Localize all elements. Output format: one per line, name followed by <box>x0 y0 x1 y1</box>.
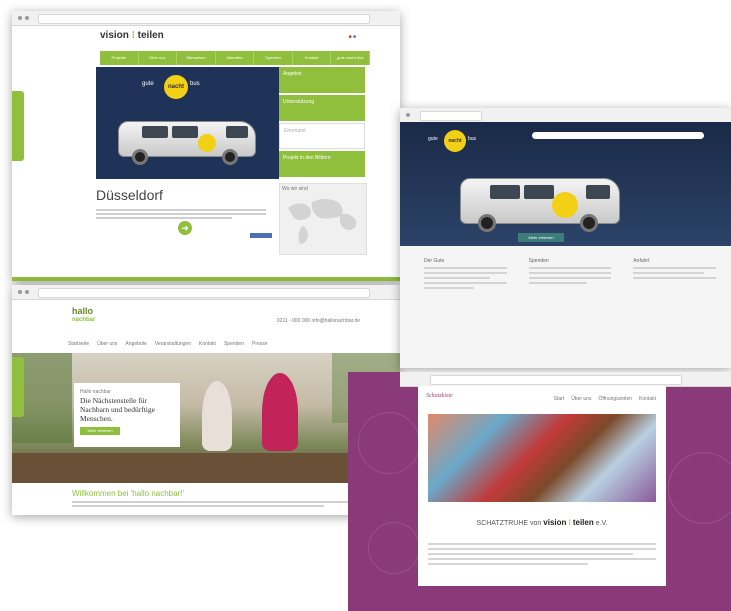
card-button[interactable]: Mehr erfahren <box>80 427 120 435</box>
hero-card: Hallo nachbar Die Nächstenstelle für Nac… <box>74 383 180 447</box>
card-title: Die Nächstenstelle für Nachbarn und bedü… <box>80 396 155 423</box>
side-menu-item[interactable]: Projekt in den Bildern <box>279 151 365 177</box>
hero-photo <box>12 353 400 483</box>
welcome-heading: Willkommen bei 'hallo nachbar!' <box>72 489 184 498</box>
welcome-text-placeholder <box>72 499 352 509</box>
address-bar[interactable] <box>38 288 370 298</box>
hero-logo-suffix: bus <box>190 81 200 87</box>
info-columns: Der Gute Spenden Anfahrt <box>424 258 717 292</box>
map-label: Wo wir sind <box>282 186 308 192</box>
language-flags[interactable]: ■ ■ <box>349 34 356 40</box>
bus-image <box>118 109 256 165</box>
nav-item[interactable]: Angebote <box>125 341 146 348</box>
nav-item[interactable]: Presse <box>252 341 268 348</box>
screenshot-gute-nacht-bus-site: vision ⁝ teilen ■ ■ Projekte Über uns Mi… <box>12 11 400 281</box>
side-menu-item[interactable]: Ehrenamt <box>279 123 365 149</box>
nav-item[interactable]: Veranstaltungen <box>155 341 191 348</box>
world-map <box>279 183 367 255</box>
more-button[interactable]: Mehr erfahren <box>518 233 564 242</box>
address-bar[interactable] <box>38 14 370 24</box>
facebook-like-button[interactable] <box>250 233 272 238</box>
footer-line <box>12 277 400 281</box>
column-heading: Der Gute <box>424 258 445 264</box>
fabric-photo <box>428 414 656 502</box>
forward-icon[interactable] <box>25 290 29 294</box>
person-figure <box>202 381 232 451</box>
nav-item[interactable]: Start <box>554 396 565 403</box>
nav-item[interactable]: Spenden <box>254 51 293 65</box>
browser-toolbar <box>400 108 731 123</box>
hero-logo-suffix: bus <box>468 136 477 142</box>
nav-item[interactable]: Über uns <box>97 341 117 348</box>
nav-item[interactable]: Kontakt <box>199 341 216 348</box>
hero-logo-circle: nacht <box>164 75 188 99</box>
info-column: Spenden <box>528 258 612 292</box>
more-arrow-icon[interactable]: ➜ <box>178 221 192 235</box>
nav-item[interactable]: Über uns <box>571 396 591 403</box>
back-icon[interactable] <box>406 113 410 117</box>
nav-item[interactable]: Kontakt <box>293 51 332 65</box>
main-nav: Projekte Über uns Mitmachen Aktuelles Sp… <box>100 51 371 65</box>
contact-info: 0211 - 000 000 info@hallonachbar.de <box>276 318 360 324</box>
page-title: Düsseldorf <box>96 187 163 203</box>
site-logo[interactable]: Schatzkiste <box>426 393 453 399</box>
hero-banner: gute nacht bus <box>96 67 279 179</box>
side-feedback-tab[interactable] <box>12 357 24 417</box>
flag-en-icon[interactable]: ■ <box>353 34 356 40</box>
side-menu-item[interactable]: Angebot <box>279 67 365 93</box>
card-kicker: Hallo nachbar <box>80 389 111 395</box>
intro-text-placeholder <box>96 207 266 221</box>
browser-toolbar <box>400 372 731 387</box>
side-feedback-tab[interactable] <box>12 91 24 161</box>
page-title: SCHATZTRUHE von vision ⁝ teilen e.V. <box>476 518 608 527</box>
hero-logo: gute <box>142 81 154 87</box>
screenshot-gute-nacht-bus-home: gute nacht bus Mehr erfahren Der Gute Sp… <box>400 108 731 368</box>
side-menu: Angebot Unterstützung Ehrenamt Projekt i… <box>279 67 365 179</box>
nav-item[interactable]: Mitmachen <box>177 51 216 65</box>
hero-logo: gute <box>428 136 438 142</box>
address-bar[interactable] <box>430 375 682 385</box>
column-heading: Spenden <box>528 258 549 264</box>
screenshot-schatzkiste-site: Schatzkiste Start Über uns Öffnungszeite… <box>348 372 731 611</box>
flag-de-icon[interactable]: ■ <box>349 34 352 40</box>
main-nav: Start Über uns Öffnungszeiten Kontakt <box>554 396 656 403</box>
info-column: Anfahrt <box>633 258 717 292</box>
search-input[interactable] <box>532 132 704 139</box>
browser-toolbar <box>12 11 400 26</box>
nav-item[interactable]: Projekte <box>100 51 139 65</box>
body-text-placeholder <box>428 540 656 568</box>
main-nav: Startseite Über uns Angebote Veranstaltu… <box>68 341 270 348</box>
address-bar[interactable] <box>420 111 482 121</box>
hero-logo-circle: nacht <box>444 130 466 152</box>
nav-item[interactable]: Über uns <box>139 51 178 65</box>
bus-image <box>460 166 620 232</box>
forward-icon[interactable] <box>25 16 29 20</box>
back-icon[interactable] <box>18 16 22 20</box>
nav-item[interactable]: Aktuelles <box>216 51 255 65</box>
nav-item[interactable]: gute nacht bus <box>331 51 371 65</box>
nav-item[interactable]: Öffnungszeiten <box>598 396 632 403</box>
page-content: Schatzkiste Start Über uns Öffnungszeite… <box>418 386 666 586</box>
side-menu-item[interactable]: Unterstützung <box>279 95 365 121</box>
info-column: Der Gute <box>424 258 507 292</box>
site-logo[interactable]: vision ⁝ teilen <box>100 30 164 41</box>
hero-banner: gute nacht bus <box>400 122 731 246</box>
person-figure <box>262 373 298 451</box>
site-logo[interactable]: hallo nachbar <box>72 307 95 325</box>
column-heading: Anfahrt <box>633 258 650 264</box>
world-map-icon <box>288 199 357 244</box>
browser-toolbar <box>12 285 400 300</box>
nav-item[interactable]: Startseite <box>68 341 89 348</box>
screenshot-hallo-nachbar-site: hallo nachbar 0211 - 000 000 info@hallon… <box>12 285 400 515</box>
back-icon[interactable] <box>18 290 22 294</box>
nav-item[interactable]: Spenden <box>224 341 244 348</box>
nav-item[interactable]: Kontakt <box>639 396 656 403</box>
